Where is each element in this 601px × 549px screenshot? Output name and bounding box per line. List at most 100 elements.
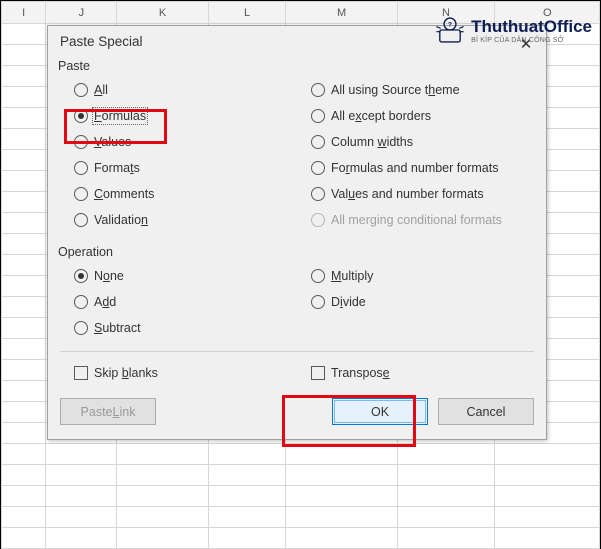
column-header[interactable]: K: [117, 2, 208, 24]
cell[interactable]: [286, 465, 397, 486]
cell[interactable]: [2, 171, 46, 192]
radio-label: Multiply: [331, 269, 373, 283]
cell[interactable]: [397, 507, 495, 528]
cell[interactable]: [495, 528, 600, 549]
operation-section-label: Operation: [48, 239, 546, 263]
cell[interactable]: [2, 297, 46, 318]
radio-label: Formulas: [94, 109, 146, 123]
separator: [60, 351, 534, 352]
cell[interactable]: [208, 528, 286, 549]
cell[interactable]: [46, 465, 117, 486]
paste-option[interactable]: Values and number formats: [297, 181, 534, 207]
radio-icon: [311, 161, 325, 175]
column-header[interactable]: L: [208, 2, 286, 24]
cell[interactable]: [208, 507, 286, 528]
cell[interactable]: [208, 444, 286, 465]
operation-option[interactable]: Add: [60, 289, 297, 315]
cell[interactable]: [286, 486, 397, 507]
paste-option[interactable]: All except borders: [297, 103, 534, 129]
operation-option[interactable]: None: [60, 263, 297, 289]
skip-blanks-checkbox[interactable]: Skip blanks: [60, 360, 297, 386]
paste-option[interactable]: All: [60, 77, 297, 103]
cell[interactable]: [397, 528, 495, 549]
cell[interactable]: [2, 465, 46, 486]
transpose-label: Transpose: [331, 366, 390, 380]
radio-icon: [74, 187, 88, 201]
cell[interactable]: [495, 486, 600, 507]
cell[interactable]: [208, 486, 286, 507]
cell[interactable]: [2, 318, 46, 339]
cell[interactable]: [2, 45, 46, 66]
cell[interactable]: [2, 129, 46, 150]
paste-option[interactable]: Formats: [60, 155, 297, 181]
cell[interactable]: [2, 255, 46, 276]
cell[interactable]: [286, 507, 397, 528]
cell[interactable]: [2, 486, 46, 507]
radio-icon: [311, 269, 325, 283]
operation-option[interactable]: Divide: [297, 289, 534, 315]
radio-icon: [74, 161, 88, 175]
paste-section-label: Paste: [48, 53, 546, 77]
paste-option[interactable]: Column widths: [297, 129, 534, 155]
column-header[interactable]: M: [286, 2, 397, 24]
paste-option: All merging conditional formats: [297, 207, 534, 233]
cell[interactable]: [117, 507, 208, 528]
cell[interactable]: [2, 192, 46, 213]
radio-label: All using Source theme: [331, 83, 460, 97]
cell[interactable]: [2, 360, 46, 381]
ok-button[interactable]: OK: [332, 398, 428, 425]
cell[interactable]: [117, 528, 208, 549]
radio-label: Add: [94, 295, 116, 309]
paste-option[interactable]: Formulas: [60, 103, 297, 129]
cell[interactable]: [2, 213, 46, 234]
cell[interactable]: [208, 465, 286, 486]
cell[interactable]: [2, 108, 46, 129]
cell[interactable]: [2, 24, 46, 45]
cell[interactable]: [2, 381, 46, 402]
cell[interactable]: [286, 444, 397, 465]
cell[interactable]: [495, 444, 600, 465]
radio-icon: [311, 135, 325, 149]
paste-option[interactable]: Validation: [60, 207, 297, 233]
cell[interactable]: [2, 150, 46, 171]
cancel-button[interactable]: Cancel: [438, 398, 534, 425]
cell[interactable]: [117, 444, 208, 465]
cell[interactable]: [2, 276, 46, 297]
radio-icon: [74, 295, 88, 309]
cell[interactable]: [46, 444, 117, 465]
cell[interactable]: [2, 87, 46, 108]
operation-option[interactable]: Multiply: [297, 263, 534, 289]
paste-option[interactable]: All using Source theme: [297, 77, 534, 103]
column-header[interactable]: I: [2, 2, 46, 24]
cell[interactable]: [286, 528, 397, 549]
radio-icon: [74, 269, 88, 283]
cell[interactable]: [117, 486, 208, 507]
radio-label: None: [94, 269, 124, 283]
cell[interactable]: [2, 444, 46, 465]
cell[interactable]: [2, 507, 46, 528]
cell[interactable]: [495, 507, 600, 528]
cell[interactable]: [46, 528, 117, 549]
skip-blanks-label: Skip blanks: [94, 366, 158, 380]
paste-option[interactable]: Values: [60, 129, 297, 155]
column-header[interactable]: J: [46, 2, 117, 24]
paste-option[interactable]: Formulas and number formats: [297, 155, 534, 181]
cell[interactable]: [397, 444, 495, 465]
cell[interactable]: [397, 465, 495, 486]
cell[interactable]: [2, 423, 46, 444]
transpose-checkbox[interactable]: Transpose: [297, 360, 534, 386]
operation-option[interactable]: Subtract: [60, 315, 297, 341]
cell[interactable]: [2, 402, 46, 423]
cell[interactable]: [2, 528, 46, 549]
cell[interactable]: [495, 465, 600, 486]
cell[interactable]: [2, 234, 46, 255]
cell[interactable]: [2, 66, 46, 87]
radio-label: Formulas and number formats: [331, 161, 498, 175]
cell[interactable]: [117, 465, 208, 486]
cell[interactable]: [2, 339, 46, 360]
cell[interactable]: [397, 486, 495, 507]
paste-option[interactable]: Comments: [60, 181, 297, 207]
watermark-brand: ThuthuatOffice: [471, 17, 592, 37]
cell[interactable]: [46, 507, 117, 528]
cell[interactable]: [46, 486, 117, 507]
